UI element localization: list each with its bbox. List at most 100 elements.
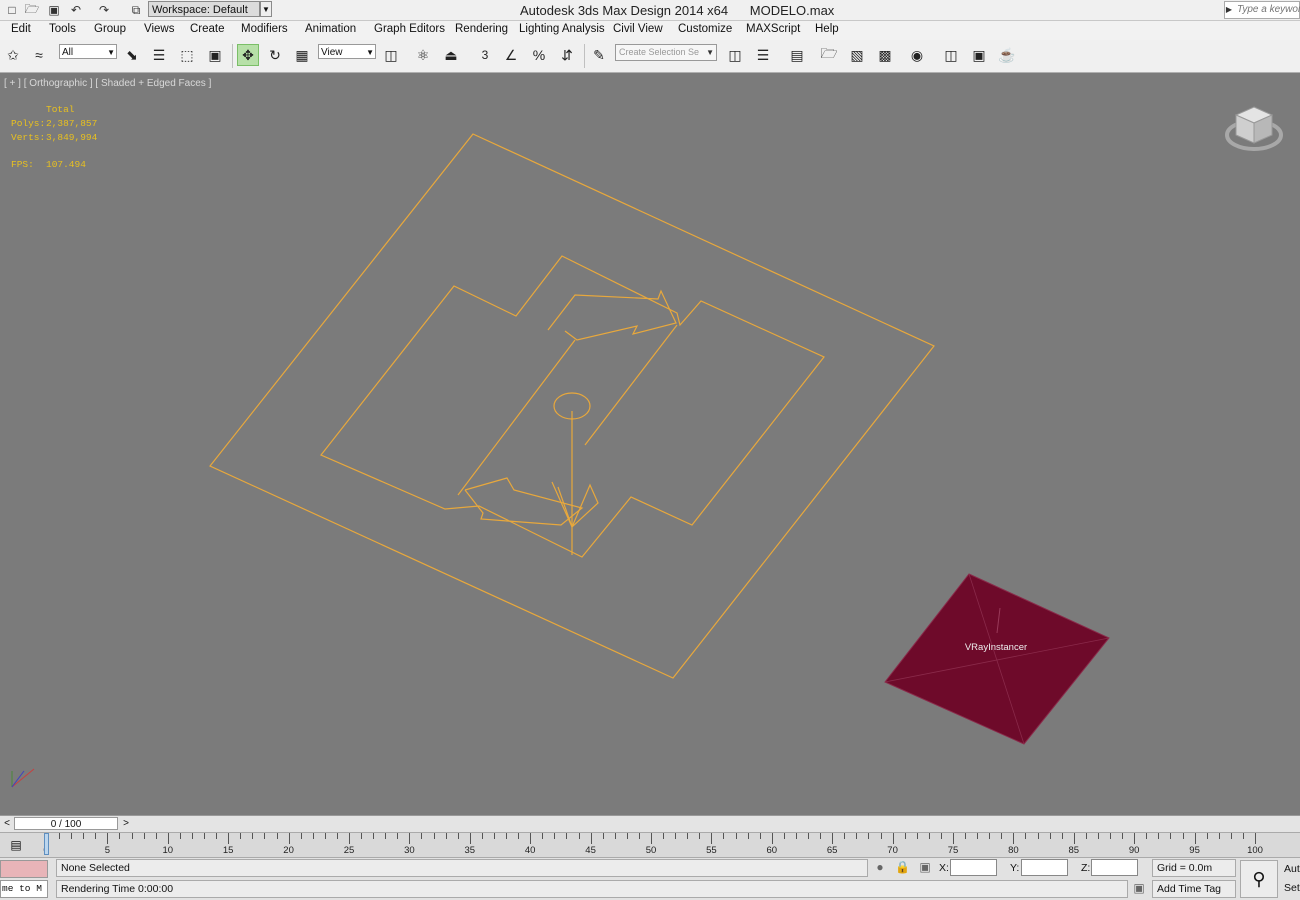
- viewcube-icon[interactable]: [1224, 99, 1284, 159]
- set-key-icon[interactable]: ⚲: [1240, 860, 1278, 898]
- time-slider-bar: < 0 / 100 >: [0, 815, 1300, 832]
- absolute-mode-icon[interactable]: ▣: [918, 860, 932, 874]
- menu-modifiers[interactable]: Modifiers: [241, 23, 288, 35]
- select-and-link-icon[interactable]: ✩: [2, 44, 24, 66]
- spinner-snap-icon[interactable]: ⇵: [556, 44, 578, 66]
- select-by-name-icon[interactable]: ☰: [148, 44, 170, 66]
- open-file-icon[interactable]: 🗁: [24, 2, 40, 18]
- project-folder-icon[interactable]: ⧉: [128, 2, 144, 18]
- frame-tick-label: 20: [283, 845, 294, 856]
- viewport[interactable]: [ + ] [ Orthographic ] [ Shaded + Edged …: [0, 73, 1300, 815]
- schematic-view-icon[interactable]: ▩: [874, 44, 896, 66]
- select-and-scale-icon[interactable]: ▦: [291, 44, 313, 66]
- isolate-selection-icon[interactable]: ●: [873, 860, 887, 874]
- menu-tools[interactable]: Tools: [49, 23, 76, 35]
- scene-explorer-icon[interactable]: 🗁: [818, 44, 840, 66]
- menu-maxscript[interactable]: MAXScript: [746, 23, 800, 35]
- frame-tick: [771, 833, 773, 844]
- time-tag-icon[interactable]: ▣: [1132, 881, 1146, 895]
- menu-edit[interactable]: Edit: [11, 23, 31, 35]
- save-icon[interactable]: ▣: [46, 2, 62, 18]
- workspace-dropdown[interactable]: Workspace: Default: [148, 1, 260, 17]
- chevron-down-icon[interactable]: ▼: [260, 1, 272, 17]
- menu-graph-editors[interactable]: Graph Editors: [374, 23, 445, 35]
- pivot-center-icon[interactable]: ◫: [380, 44, 402, 66]
- frame-tick: [518, 833, 520, 839]
- search-input[interactable]: [1237, 4, 1300, 15]
- menu-rendering[interactable]: Rendering: [455, 23, 508, 35]
- frame-tick: [1158, 833, 1160, 839]
- edit-named-selection-icon[interactable]: ✎: [588, 44, 610, 66]
- frame-tick: [965, 833, 967, 839]
- next-frame-button[interactable]: >: [120, 817, 132, 830]
- frame-tick: [191, 833, 193, 839]
- camera-cone: [551, 481, 599, 529]
- angle-snap-icon[interactable]: ∠: [500, 44, 522, 66]
- rendered-frame-window-icon[interactable]: ▣: [968, 44, 990, 66]
- reference-coordinate-dropdown[interactable]: View ▼: [318, 44, 376, 59]
- frame-tick-label: 30: [404, 845, 415, 856]
- menu-civil-view[interactable]: Civil View: [613, 23, 663, 35]
- frame-tick: [940, 833, 942, 839]
- frame-tick: [457, 833, 459, 839]
- menu-animation[interactable]: Animation: [305, 23, 356, 35]
- current-frame-marker[interactable]: [44, 833, 49, 855]
- mini-curve-editor-icon[interactable]: ▤: [4, 835, 28, 855]
- curve-editor-icon[interactable]: ▧: [846, 44, 868, 66]
- frame-tick: [578, 833, 580, 839]
- frame-tick-label: 80: [1008, 845, 1019, 856]
- menu-customize[interactable]: Customize: [678, 23, 732, 35]
- set-key-button[interactable]: Set: [1284, 882, 1300, 894]
- snaps-toggle-icon[interactable]: 3: [474, 44, 496, 66]
- maxscript-listener-mini[interactable]: [0, 860, 48, 878]
- select-and-move-icon[interactable]: ✥: [237, 44, 259, 66]
- frame-tick: [71, 833, 73, 839]
- select-and-rotate-icon[interactable]: ↻: [264, 44, 286, 66]
- bind-space-warp-icon[interactable]: ≈: [28, 44, 50, 66]
- frame-tick: [433, 833, 435, 839]
- frame-tick-label: 45: [585, 845, 596, 856]
- frame-tick: [300, 833, 302, 839]
- menu-group[interactable]: Group: [94, 23, 126, 35]
- window-crossing-icon[interactable]: ▣: [204, 44, 226, 66]
- x-coord-field[interactable]: [950, 859, 997, 876]
- menu-views[interactable]: Views: [144, 23, 174, 35]
- prev-frame-button[interactable]: <: [1, 817, 13, 830]
- frame-tick: [868, 833, 870, 839]
- lock-selection-icon[interactable]: 🔒: [895, 860, 910, 874]
- select-manipulate-icon[interactable]: ⚛: [412, 44, 434, 66]
- mirror-icon[interactable]: ◫: [724, 44, 746, 66]
- undo-icon[interactable]: ↶: [68, 2, 84, 18]
- time-slider[interactable]: 0 / 100: [14, 817, 118, 830]
- z-coord-field[interactable]: [1091, 859, 1138, 876]
- named-selection-set-dropdown[interactable]: Create Selection Se ▼: [615, 44, 717, 61]
- frame-tick: [566, 833, 568, 839]
- keyboard-shortcut-override-icon[interactable]: ⏏: [440, 44, 462, 66]
- frame-tick-label: 40: [524, 845, 536, 856]
- auto-key-button[interactable]: Auto: [1284, 863, 1300, 875]
- add-time-tag-button[interactable]: Add Time Tag: [1152, 880, 1236, 898]
- menu-create[interactable]: Create: [190, 23, 225, 35]
- percent-snap-icon[interactable]: %: [528, 44, 550, 66]
- play-triangle-icon[interactable]: ▶: [1224, 1, 1234, 19]
- frame-tick: [795, 833, 797, 839]
- menu-help[interactable]: Help: [815, 23, 839, 35]
- redo-icon[interactable]: ↷: [96, 2, 112, 18]
- render-setup-icon[interactable]: ◫: [940, 44, 962, 66]
- rectangular-selection-icon[interactable]: ⬚: [176, 44, 198, 66]
- selection-filter-dropdown[interactable]: All ▼: [59, 44, 117, 59]
- frame-tick-label: 60: [766, 845, 778, 856]
- frame-tick: [602, 833, 604, 839]
- select-object-icon[interactable]: ⬊: [121, 44, 143, 66]
- menu-lighting-analysis[interactable]: Lighting Analysis: [519, 23, 605, 35]
- y-coord-field[interactable]: [1021, 859, 1068, 876]
- maxscript-input[interactable]: me to M: [0, 880, 48, 898]
- material-editor-icon[interactable]: ◉: [906, 44, 928, 66]
- layer-manager-icon[interactable]: ▤: [786, 44, 808, 66]
- scene-canvas[interactable]: VRayInstancer: [0, 73, 1300, 815]
- track-bar[interactable]: ▤ 5 10 15 20 25 30 35 40 45 50 55 60 65 70 75 80 85 90 95 1…: [0, 832, 1300, 857]
- frame-tick: [1013, 833, 1015, 844]
- align-icon[interactable]: ☰: [752, 44, 774, 66]
- new-file-icon[interactable]: □: [4, 2, 20, 18]
- render-teapot-icon[interactable]: ☕: [996, 44, 1018, 66]
